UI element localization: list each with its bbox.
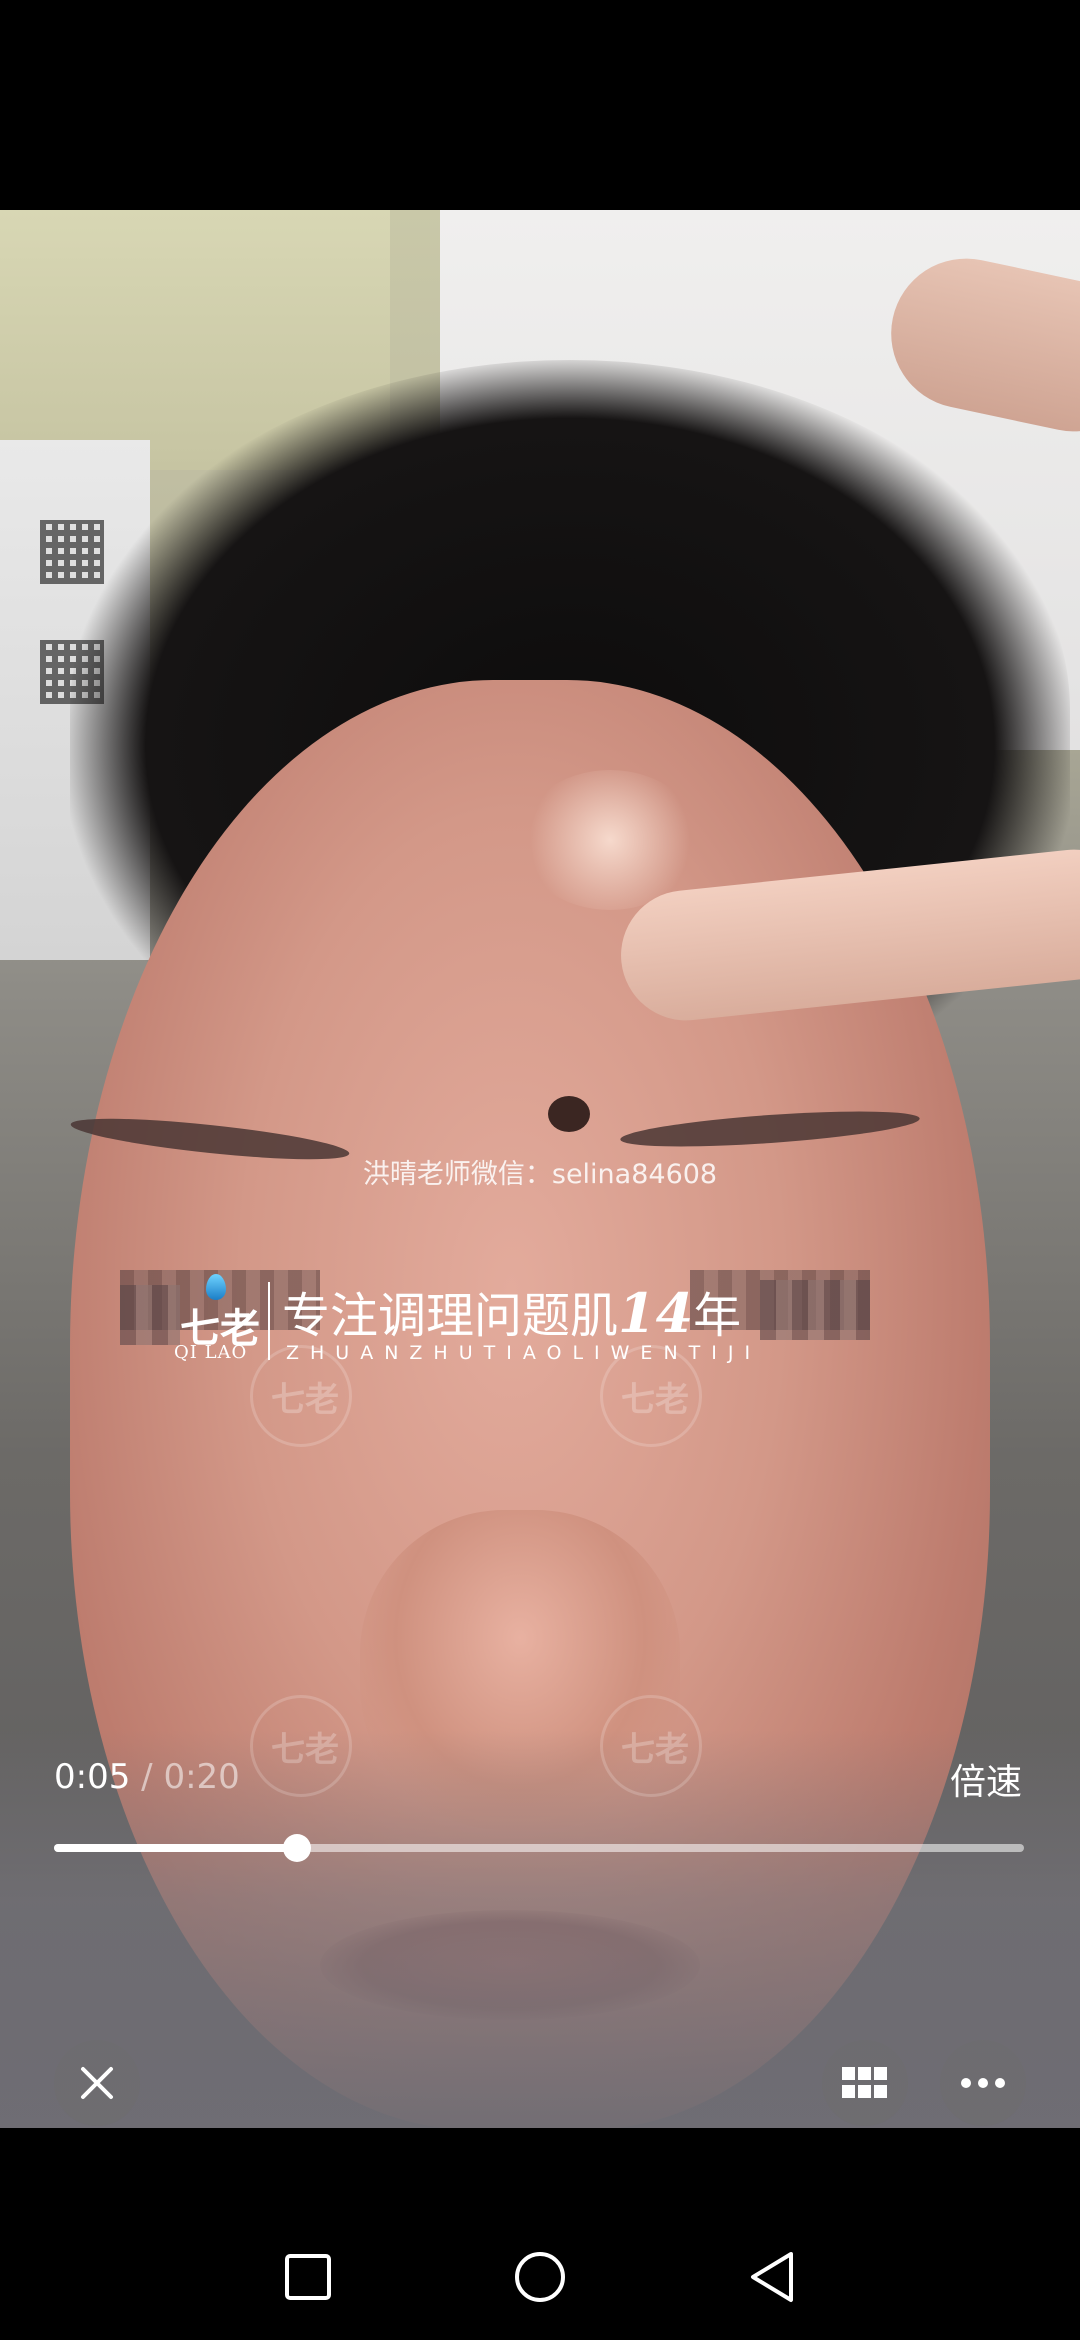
- qr-code-image: [40, 520, 104, 584]
- progress-bar[interactable]: [54, 1834, 1024, 1862]
- square-recent-apps-icon: [285, 2254, 331, 2300]
- brand-name-en: QI LAO: [174, 1342, 248, 1363]
- system-navigation-bar: [0, 2128, 1080, 2340]
- current-time: 0:05: [54, 1757, 131, 1797]
- brand-banner: 七老 QI LAO 专注调理问题肌14年 ZHUANZHUTIAOLIWENTI…: [170, 1270, 770, 1370]
- progress-fill: [54, 1844, 297, 1852]
- wechat-watermark: 洪晴老师微信：selina84608: [362, 1159, 718, 1190]
- total-time: 0:20: [163, 1757, 240, 1797]
- slogan-main: 专注调理问题肌: [282, 1288, 619, 1344]
- slogan-number: 14: [618, 1281, 694, 1345]
- back-button[interactable]: [742, 2247, 802, 2307]
- slogan-suffix: 年: [693, 1288, 742, 1344]
- watermark-logo: 七老: [600, 1695, 702, 1797]
- time-display: 0:05 / 0:20: [54, 1757, 240, 1797]
- grid-button[interactable]: [822, 2040, 908, 2126]
- watermark-logo: 七老: [250, 1695, 352, 1797]
- close-button[interactable]: [54, 2040, 140, 2126]
- grid-icon: [842, 2067, 887, 2098]
- forehead-highlight: [520, 770, 700, 910]
- mole: [548, 1096, 590, 1132]
- recent-apps-button[interactable]: [278, 2247, 338, 2307]
- status-bar-area: [0, 0, 1080, 210]
- brand-logo: 七老 QI LAO: [170, 1274, 262, 1364]
- circle-home-icon: [515, 2252, 565, 2302]
- triangle-back-icon: [751, 2252, 793, 2302]
- slogan-pinyin: ZHUANZHUTIAOLIWENTIJI: [286, 1342, 762, 1364]
- brand-slogan: 专注调理问题肌14年: [282, 1276, 741, 1346]
- close-icon: [81, 2067, 113, 2099]
- progress-thumb[interactable]: [282, 1834, 311, 1862]
- time-separator: /: [141, 1757, 153, 1797]
- mosaic-block: [760, 1280, 870, 1340]
- more-dots-icon: [961, 2078, 1005, 2088]
- more-button[interactable]: [940, 2040, 1026, 2126]
- brand-divider: [268, 1282, 270, 1360]
- home-button[interactable]: [510, 2247, 570, 2307]
- playback-speed-button[interactable]: 倍速: [950, 1753, 1022, 1805]
